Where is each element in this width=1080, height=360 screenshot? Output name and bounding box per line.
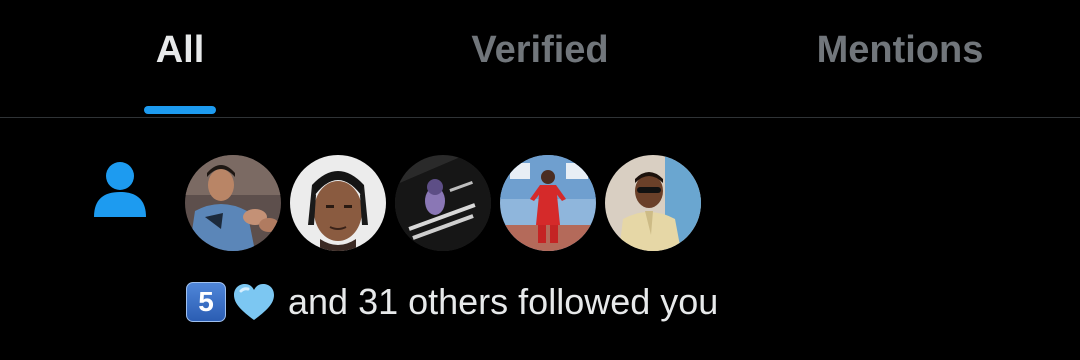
- avatar-4[interactable]: [500, 155, 596, 251]
- follow-notification[interactable]: 5 and 31 others followed you: [0, 119, 1080, 360]
- blue-heart-icon: [234, 284, 274, 320]
- avatar-5[interactable]: [605, 155, 701, 251]
- avatar-1[interactable]: [185, 155, 281, 251]
- avatar-2[interactable]: [290, 155, 386, 251]
- person-icon: [94, 162, 146, 217]
- tab-all[interactable]: All: [0, 0, 360, 118]
- avatar-3[interactable]: [395, 155, 491, 251]
- tab-mentions[interactable]: Mentions: [720, 0, 1080, 118]
- notification-message: and 31 others followed you: [288, 281, 719, 322]
- tab-all-label: All: [155, 29, 205, 71]
- tab-mentions-label: Mentions: [816, 29, 984, 71]
- notification-tabs: All Verified Mentions: [0, 0, 1080, 118]
- keycap-five-emoji: 5: [186, 282, 226, 322]
- notification-text: 5 and 31 others followed you: [186, 279, 718, 325]
- tab-verified-label: Verified: [471, 29, 609, 71]
- tab-verified[interactable]: Verified: [360, 0, 720, 118]
- active-tab-indicator: [144, 106, 216, 114]
